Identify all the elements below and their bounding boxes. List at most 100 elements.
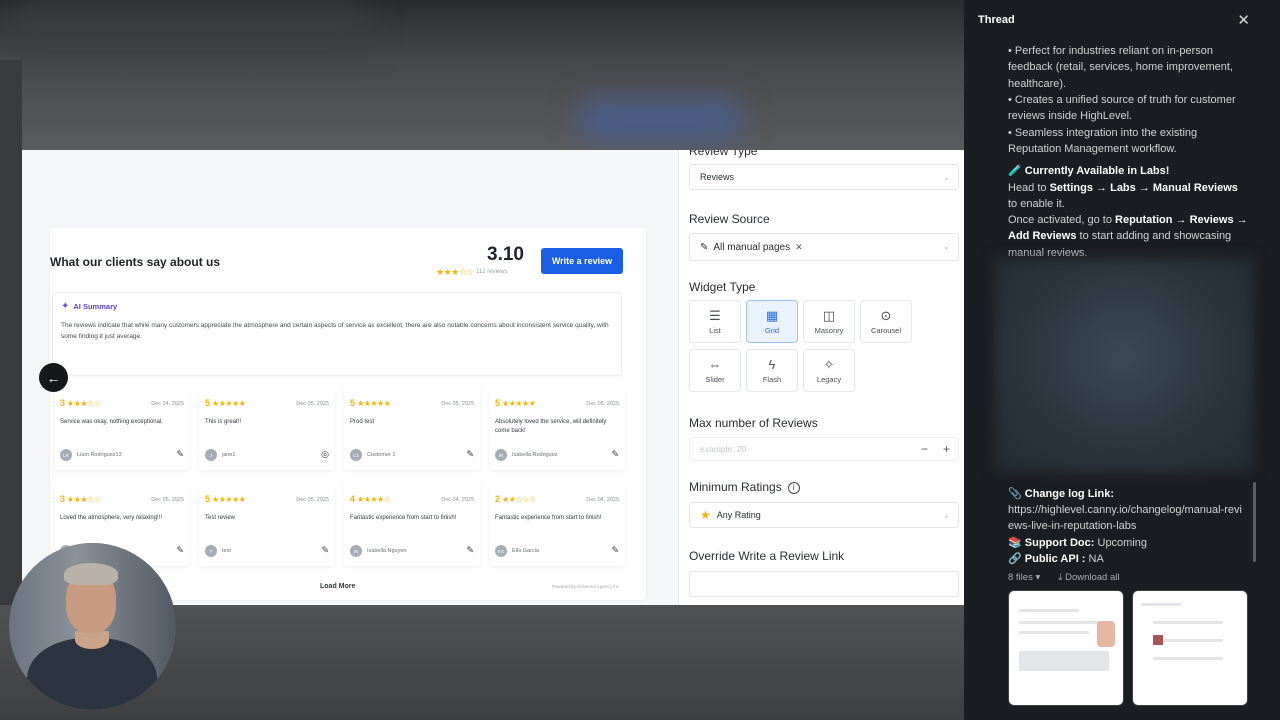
review-type-select[interactable]: Reviews ⌄: [689, 164, 959, 190]
masonry-icon: ◫: [822, 307, 836, 323]
review-date: Dec 05, 2025: [151, 497, 184, 503]
edit-icon[interactable]: ✎: [466, 449, 474, 460]
review-date: Dec 05, 2025: [586, 401, 619, 407]
max-reviews-input[interactable]: example: 20: [700, 444, 746, 454]
review-rating: 2 ★★☆☆☆: [495, 494, 536, 504]
widget-type-slider[interactable]: ⇔ Slider: [689, 349, 741, 392]
webcam-hair: [64, 563, 118, 585]
max-reviews-stepper[interactable]: example: 20 − +: [689, 437, 959, 461]
review-source-select[interactable]: ✎ All manual pages ✕ ⌄: [689, 233, 959, 261]
labs-heading-text: Currently Available in Labs!: [1024, 165, 1170, 177]
labs-line2-pre: Once activated, go to: [1008, 214, 1116, 226]
flash-icon: ϟ: [768, 356, 776, 372]
edit-icon[interactable]: ✎: [321, 545, 329, 556]
override-link-label: Override Write a Review Link: [689, 549, 845, 563]
review-rating: 5 ★★★★★: [495, 398, 536, 408]
close-icon[interactable]: ✕: [1237, 11, 1250, 29]
slider-icon: ⇔: [708, 356, 722, 372]
review-rating: 4 ★★★★☆: [350, 494, 391, 504]
file-thumbnail-2[interactable]: [1132, 590, 1248, 706]
edit-icon[interactable]: ✎: [611, 449, 619, 460]
arrow-left-icon: ←: [46, 369, 61, 386]
thread-panel: Thread ✕ • Perfect for industries relian…: [964, 0, 1280, 720]
review-rating: 5 ★★★★★: [350, 398, 391, 408]
back-arrow-button[interactable]: ←: [39, 363, 68, 392]
widget-type-label: Widget Type: [689, 280, 756, 294]
download-all-button[interactable]: ⤓ Download all: [1058, 572, 1119, 583]
widget-type-label: Legacy: [816, 374, 842, 384]
edit-icon[interactable]: ✎: [611, 545, 619, 556]
edit-icon[interactable]: ◎: [321, 449, 329, 460]
public-api-row: 🔗 Public API : NA: [1008, 551, 1248, 567]
widget-title: What our clients say about us: [50, 255, 221, 269]
review-stars: ★★★★★: [502, 398, 536, 408]
public-api-label: Public API :: [1024, 553, 1086, 565]
plus-icon[interactable]: +: [943, 442, 950, 456]
review-type-value: Reviews: [700, 172, 735, 182]
widget-type-list[interactable]: ☰ List: [689, 300, 741, 343]
bullet-3: • Seamless integration into the existing…: [1008, 127, 1198, 156]
widget-type-label: List: [709, 325, 721, 335]
avatar: EG: [495, 545, 507, 557]
edit-icon[interactable]: ✎: [176, 545, 184, 556]
write-review-button[interactable]: Write a review: [541, 248, 623, 274]
avatar: IR: [495, 449, 507, 461]
widget-type-label: Slider: [705, 374, 725, 384]
min-ratings-label: Minimum Ratings i: [689, 480, 800, 494]
download-all-label: Download all: [1065, 572, 1120, 583]
avatar: IN: [350, 545, 362, 557]
link-icon: 🔗: [1008, 553, 1022, 565]
changelog-link[interactable]: https://highlevel.canny.io/changelog/man…: [1008, 502, 1248, 535]
review-score: 3: [60, 494, 66, 504]
min-ratings-label-text: Minimum Ratings: [689, 480, 782, 494]
support-doc-row: 📚 Support Doc: Upcoming: [1008, 535, 1248, 551]
review-rating: 5 ★★★★★: [205, 494, 246, 504]
reviewer-name: Isabella Rodriguez: [512, 452, 558, 458]
edit-icon[interactable]: ✎: [176, 449, 184, 460]
review-date: Dec 24, 2025: [151, 401, 184, 407]
review-card: 3 ★★★☆☆ Dec 24, 2025 Service was okay, n…: [54, 388, 190, 470]
files-toggle[interactable]: 8 files ▾: [1008, 572, 1040, 583]
min-ratings-select[interactable]: ★ Any Rating ⌄: [689, 502, 959, 528]
load-more-button[interactable]: Load More: [320, 583, 355, 590]
widget-type-grid[interactable]: ▦ Grid: [746, 300, 798, 343]
minus-icon[interactable]: −: [921, 442, 928, 456]
max-reviews-label: Max number of Reviews: [689, 416, 818, 430]
review-source-label: Review Source: [689, 212, 770, 226]
widget-type-masonry[interactable]: ◫ Masonry: [803, 300, 855, 343]
review-text: This is great!!: [205, 419, 242, 425]
caret-down-icon: ▾: [1035, 572, 1041, 583]
review-type-label: Review Type: [689, 150, 758, 158]
avatar: J: [205, 449, 217, 461]
grid-icon: ▦: [765, 307, 779, 323]
widget-type-label: Flash: [762, 374, 782, 384]
widget-type-legacy[interactable]: ✧ Legacy: [803, 349, 855, 392]
test-tube-icon: 🧪: [1008, 165, 1022, 177]
info-icon[interactable]: i: [787, 481, 800, 494]
changelog-label: Change log Link:: [1024, 488, 1114, 500]
powered-by-text: Powered by Universal Agency Inc: [552, 584, 620, 589]
review-rating: 3 ★★★☆☆: [60, 398, 101, 408]
avatar: C1: [350, 449, 362, 461]
avatar: LR: [60, 449, 72, 461]
bullet-2: • Creates a unified source of truth for …: [1008, 94, 1236, 123]
review-text: Absolutely loved the service, will defin…: [495, 419, 607, 434]
reviewer-name: jane1: [222, 452, 236, 458]
widget-type-flash[interactable]: ϟ Flash: [746, 349, 798, 392]
override-link-input[interactable]: [689, 571, 959, 597]
webcam-presenter: [9, 543, 176, 710]
review-card: 5 ★★★★★ Dec 05, 2025 This is great!! J j…: [199, 388, 335, 470]
review-card: 5 ★★★★★ Dec 05, 2025 Absolutely loved th…: [489, 388, 625, 470]
thread-scrollbar[interactable]: [1253, 482, 1256, 562]
files-row: 8 files ▾ ⤓ Download all: [1008, 572, 1120, 583]
review-card: 4 ★★★★☆ Dec 04, 2025 Fantastic experienc…: [344, 484, 480, 566]
ai-summary-title: ✦ AI Summary: [61, 301, 117, 312]
file-thumbnail-1[interactable]: [1008, 590, 1124, 706]
remove-chip-icon[interactable]: ✕: [795, 242, 803, 253]
edit-icon[interactable]: ✎: [466, 545, 474, 556]
pen-icon: ✎: [700, 241, 709, 253]
review-text: Service was okay, nothing exceptional.: [60, 419, 163, 425]
list-icon: ☰: [709, 307, 721, 323]
blurred-content: [994, 258, 1254, 473]
widget-type-carousel[interactable]: ⊙ Carousel: [860, 300, 912, 343]
